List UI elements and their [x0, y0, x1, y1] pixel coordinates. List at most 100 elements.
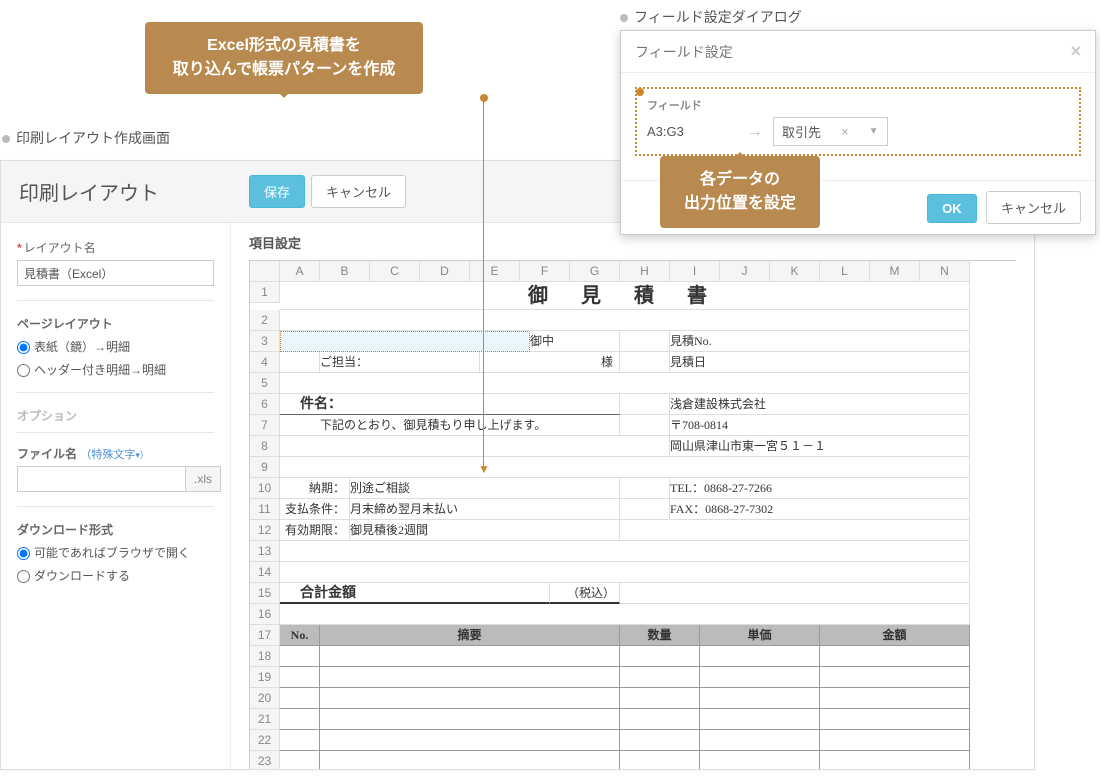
download-opt1[interactable]: 可能であればブラウザで開く [17, 544, 214, 561]
cell[interactable]: FAX：0868-27-7302 [670, 499, 970, 520]
row-header[interactable]: 4 [250, 352, 280, 373]
cell[interactable]: 合計金額 [280, 583, 550, 604]
cell[interactable]: 件名： [280, 394, 620, 415]
table-header[interactable]: No. [280, 625, 320, 646]
cell[interactable] [280, 373, 970, 394]
spreadsheet[interactable]: A B C D E F G H I J K L M N 1 御 見 [249, 260, 1016, 770]
cell[interactable] [620, 520, 970, 541]
row-header[interactable]: 3 [250, 331, 280, 352]
cell[interactable]: 岡山県津山市東一宮５１－１ [670, 436, 970, 457]
table-cell[interactable] [620, 688, 700, 709]
row-header[interactable]: 19 [250, 667, 280, 688]
table-cell[interactable] [620, 646, 700, 667]
cell[interactable] [280, 562, 970, 583]
row-header[interactable]: 6 [250, 394, 280, 415]
row-header[interactable]: 8 [250, 436, 280, 457]
row-header[interactable]: 16 [250, 604, 280, 625]
cell[interactable] [620, 352, 670, 373]
cell[interactable]: 下記のとおり、御見積もり申し上げます。 [280, 415, 620, 436]
table-cell[interactable] [820, 751, 970, 770]
col-header[interactable]: L [820, 261, 870, 282]
row-header[interactable]: 9 [250, 457, 280, 478]
corner-cell[interactable] [250, 261, 280, 282]
table-cell[interactable] [820, 709, 970, 730]
save-button[interactable]: 保存 [249, 175, 305, 208]
cell[interactable] [280, 352, 320, 373]
table-cell[interactable] [620, 667, 700, 688]
col-header[interactable]: E [470, 261, 520, 282]
cell[interactable]: 見積No. [670, 331, 970, 352]
col-header[interactable]: G [570, 261, 620, 282]
col-header[interactable]: H [620, 261, 670, 282]
layout-name-input[interactable] [17, 260, 214, 286]
table-cell[interactable] [700, 667, 820, 688]
cell[interactable] [620, 331, 670, 352]
cancel-button[interactable]: キャンセル [311, 175, 406, 208]
row-header[interactable]: 10 [250, 478, 280, 499]
table-cell[interactable] [320, 709, 620, 730]
table-cell[interactable] [820, 667, 970, 688]
cell[interactable]: 支払条件： [280, 499, 350, 520]
cell[interactable] [620, 499, 670, 520]
row-header[interactable]: 5 [250, 373, 280, 394]
cell[interactable] [280, 436, 670, 457]
cell[interactable] [620, 478, 670, 499]
cell[interactable]: ご担当： [320, 352, 480, 373]
row-header[interactable]: 17 [250, 625, 280, 646]
row-header[interactable]: 22 [250, 730, 280, 751]
cell[interactable] [280, 541, 970, 562]
cell[interactable]: 浅倉建設株式会社 [670, 394, 970, 415]
table-cell[interactable] [700, 709, 820, 730]
cell[interactable] [280, 457, 970, 478]
row-header[interactable]: 20 [250, 688, 280, 709]
cell[interactable]: 御 見 積 書 [280, 282, 970, 310]
table-cell[interactable] [280, 709, 320, 730]
row-header[interactable]: 14 [250, 562, 280, 583]
table-cell[interactable] [280, 667, 320, 688]
file-name-input[interactable] [17, 466, 185, 492]
col-header[interactable]: A [280, 261, 320, 282]
cell[interactable]: 御中 [530, 331, 620, 352]
cell[interactable]: 様 [480, 352, 620, 373]
page-layout-opt1[interactable]: 表紙（鏡）→明細 [17, 338, 214, 355]
table-cell[interactable] [280, 730, 320, 751]
cell[interactable]: 納期： [280, 478, 350, 499]
cell[interactable] [280, 310, 970, 331]
cell-selected-range[interactable] [280, 331, 530, 352]
chevron-down-icon[interactable]: ▼ [869, 126, 879, 137]
page-layout-opt2[interactable]: ヘッダー付き明細→明細 [17, 361, 214, 378]
table-cell[interactable] [820, 646, 970, 667]
cell[interactable] [620, 583, 970, 604]
special-chars-link[interactable]: （特殊文字▾） [80, 449, 149, 461]
table-cell[interactable] [320, 730, 620, 751]
table-cell[interactable] [620, 730, 700, 751]
table-cell[interactable] [620, 751, 700, 770]
row-header[interactable]: 18 [250, 646, 280, 667]
col-header[interactable]: F [520, 261, 570, 282]
row-header[interactable]: 15 [250, 583, 280, 604]
col-header[interactable]: N [920, 261, 970, 282]
cell[interactable]: TEL：0868-27-7266 [670, 478, 970, 499]
table-header[interactable]: 摘要 [320, 625, 620, 646]
row-header[interactable]: 7 [250, 415, 280, 436]
table-cell[interactable] [280, 751, 320, 770]
cell[interactable] [620, 394, 670, 415]
row-header[interactable]: 23 [250, 751, 280, 770]
row-header[interactable]: 2 [250, 310, 280, 331]
table-cell[interactable] [820, 730, 970, 751]
cell[interactable] [280, 604, 970, 625]
row-header[interactable]: 21 [250, 709, 280, 730]
col-header[interactable]: C [370, 261, 420, 282]
field-select[interactable]: 取引先 × ▼ [773, 117, 888, 146]
table-cell[interactable] [820, 688, 970, 709]
row-header[interactable]: 1 [250, 282, 280, 303]
table-header[interactable]: 単価 [700, 625, 820, 646]
table-cell[interactable] [280, 688, 320, 709]
table-cell[interactable] [320, 688, 620, 709]
table-cell[interactable] [700, 646, 820, 667]
cell[interactable]: 別途ご相談 [350, 478, 620, 499]
cell[interactable]: 見積日 [670, 352, 970, 373]
cell[interactable]: （税込） [550, 583, 620, 604]
table-cell[interactable] [280, 646, 320, 667]
cell[interactable]: 月末締め翌月末払い [350, 499, 620, 520]
